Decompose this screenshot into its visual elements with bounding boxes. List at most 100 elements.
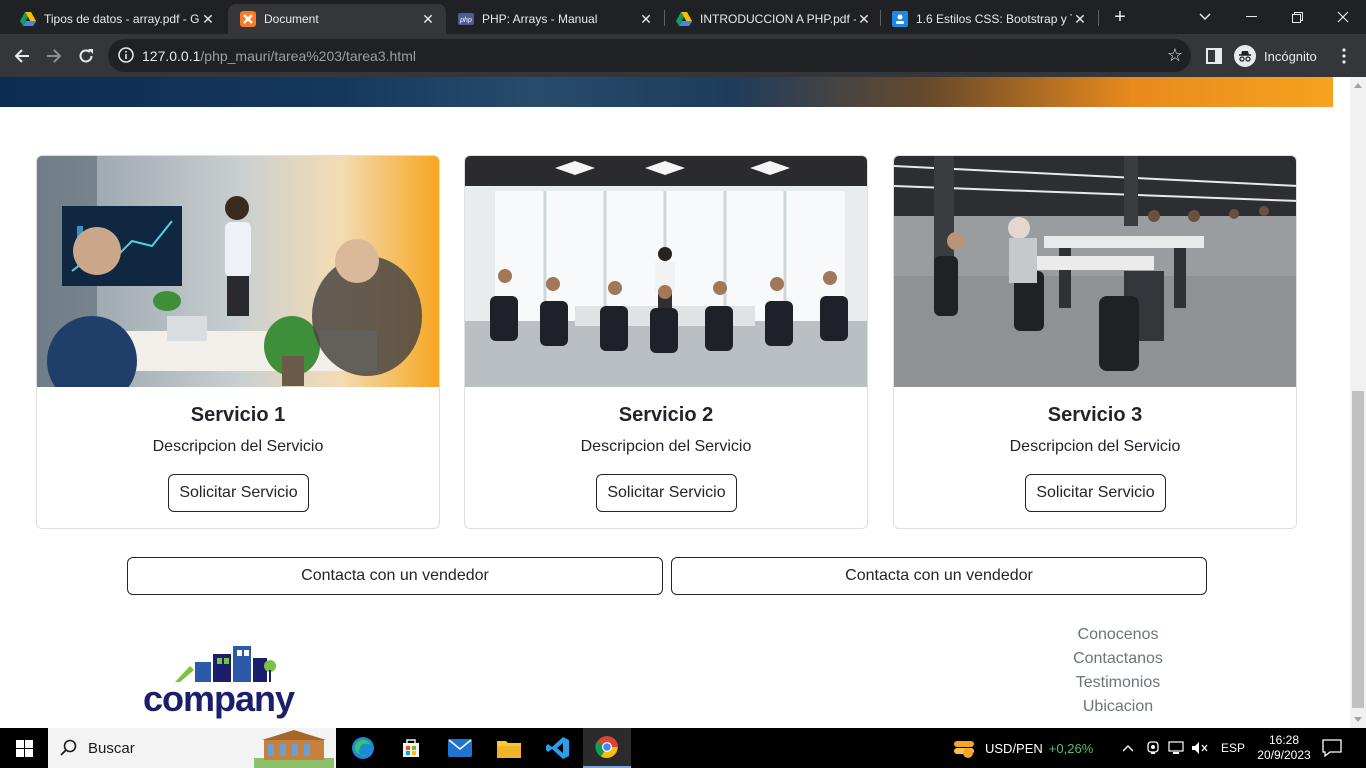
solicitar-servicio-button[interactable]: Solicitar Servicio xyxy=(168,474,309,512)
page-viewport: Servicio 1 Descripcion del Servicio Soli… xyxy=(0,77,1350,728)
card-description: Descripcion del Servicio xyxy=(152,438,324,455)
company-logo[interactable]: company xyxy=(140,640,295,719)
tab-title: PHP: Arrays - Manual xyxy=(482,12,598,26)
reload-icon[interactable] xyxy=(72,42,100,70)
microsoft-store-icon[interactable] xyxy=(387,728,435,768)
google-drive-icon xyxy=(20,11,36,27)
service-card: Servicio 2 Descripcion del Servicio Soli… xyxy=(464,155,868,529)
service-2-image xyxy=(465,156,867,387)
close-window-icon[interactable] xyxy=(1320,0,1366,34)
side-panel-icon[interactable] xyxy=(1200,42,1228,70)
card-description: Descripcion del Servicio xyxy=(580,438,752,455)
solicitar-servicio-button[interactable]: Solicitar Servicio xyxy=(1025,474,1166,512)
tab-introduccion-php[interactable]: INTRODUCCION A PHP.pdf - ✕ xyxy=(664,4,882,34)
show-hidden-icons-chevron-icon[interactable] xyxy=(1122,728,1136,768)
card-description: Descripcion del Servicio xyxy=(1009,438,1181,455)
language-label: ESP xyxy=(1221,741,1246,755)
site-info-icon[interactable] xyxy=(118,47,134,63)
card-title: Servicio 2 xyxy=(618,404,714,426)
page-scrollbar[interactable] xyxy=(1350,77,1366,728)
url-text: 127.0.0.1/php_mauri/tarea%203/tarea3.htm… xyxy=(142,48,416,64)
scroll-thumb[interactable] xyxy=(1352,391,1364,708)
search-label: Buscar xyxy=(88,740,135,757)
tab-document[interactable]: Document ✕ xyxy=(228,4,446,34)
restore-icon[interactable] xyxy=(1274,0,1320,34)
contact-seller-button[interactable]: Contacta con un vendedor xyxy=(671,557,1207,595)
scroll-down-icon[interactable] xyxy=(1354,717,1362,722)
close-tab-icon[interactable]: ✕ xyxy=(638,11,654,28)
solicitar-servicio-button[interactable]: Solicitar Servicio xyxy=(596,474,737,512)
tab-title: INTRODUCCION A PHP.pdf - xyxy=(700,12,856,26)
windows-start-button[interactable] xyxy=(0,728,48,768)
incognito-label: Incógnito xyxy=(1264,48,1317,64)
vscode-icon[interactable] xyxy=(534,728,582,768)
tab-estilos-css[interactable]: 1.6 Estilos CSS: Bootstrap y T ✕ xyxy=(880,4,1098,34)
browser-toolbar: 127.0.0.1/php_mauri/tarea%203/tarea3.htm… xyxy=(0,34,1366,77)
svg-text:php: php xyxy=(459,17,472,24)
address-bar[interactable]: 127.0.0.1/php_mauri/tarea%203/tarea3.htm… xyxy=(108,39,1191,72)
input-language[interactable]: ESP xyxy=(1221,728,1245,768)
close-tab-icon[interactable]: ✕ xyxy=(1072,11,1088,28)
windows-taskbar: Buscar USD/PEN +0,26% ESP 16:28 20/9/202… xyxy=(0,728,1366,768)
clock-time: 16:28 xyxy=(1268,733,1300,747)
clock-date: 20/9/2023 xyxy=(1257,748,1311,762)
service-3-image xyxy=(894,156,1296,387)
classroom-icon xyxy=(892,11,908,27)
more-menu-icon[interactable] xyxy=(1330,42,1358,70)
search-icon xyxy=(60,739,77,756)
incognito-icon xyxy=(1234,45,1256,67)
taskbar-search-box[interactable]: Buscar xyxy=(48,728,336,768)
url-host: 127.0.0.1 xyxy=(142,48,201,64)
back-arrow-icon[interactable] xyxy=(8,42,36,70)
tab-search-icon[interactable] xyxy=(1182,0,1228,34)
card-title: Servicio 1 xyxy=(190,404,286,426)
webcam-icon[interactable] xyxy=(1146,728,1160,768)
tab-title: Tipos de datos - array.pdf - G xyxy=(44,12,200,26)
volume-muted-icon[interactable] xyxy=(1191,728,1209,768)
contact-seller-button[interactable]: Contacta con un vendedor xyxy=(127,557,663,595)
logo-wordmark: company xyxy=(143,678,295,719)
php-icon: php xyxy=(458,11,474,27)
footer-link-ubicacion[interactable]: Ubicacion xyxy=(1058,695,1178,719)
scroll-up-icon[interactable] xyxy=(1354,83,1362,88)
currency-ticker[interactable]: USD/PEN +0,26% xyxy=(952,728,1093,768)
footer-link-testimonios[interactable]: Testimonios xyxy=(1058,671,1178,695)
file-explorer-icon[interactable] xyxy=(485,728,533,768)
xampp-icon xyxy=(240,11,256,27)
forward-arrow-icon[interactable] xyxy=(40,42,68,70)
close-tab-icon[interactable]: ✕ xyxy=(856,11,872,28)
close-tab-icon[interactable]: ✕ xyxy=(200,11,216,28)
currency-exchange-icon xyxy=(954,741,974,758)
mail-icon[interactable] xyxy=(436,728,484,768)
footer-nav: Conocenos Contactanos Testimonios Ubicac… xyxy=(1058,623,1178,719)
ticker-change: +0,26% xyxy=(1048,740,1094,756)
chrome-icon[interactable] xyxy=(583,728,631,768)
new-tab-button[interactable]: + xyxy=(1110,6,1130,28)
close-tab-icon[interactable]: ✕ xyxy=(420,11,436,28)
tab-title: Document xyxy=(264,12,319,26)
hero-banner-image xyxy=(0,77,1333,107)
network-icon[interactable] xyxy=(1168,728,1186,768)
google-drive-icon xyxy=(676,11,692,27)
edge-browser-icon[interactable] xyxy=(339,728,387,768)
tab-separator xyxy=(1098,10,1099,26)
url-path: /php_mauri/tarea%203/tarea3.html xyxy=(200,48,416,64)
bookmark-star-icon[interactable]: ☆ xyxy=(1167,45,1183,66)
notifications-icon[interactable] xyxy=(1322,728,1342,768)
footer-link-conocenos[interactable]: Conocenos xyxy=(1058,623,1178,647)
windows-logo-icon xyxy=(15,739,33,757)
minimize-icon[interactable] xyxy=(1228,0,1274,34)
ticker-symbol: USD/PEN xyxy=(985,740,1043,756)
service-card: Servicio 1 Descripcion del Servicio Soli… xyxy=(36,155,440,529)
search-highlight-illustration xyxy=(254,730,334,768)
card-title: Servicio 3 xyxy=(1047,404,1143,426)
service-1-image xyxy=(37,156,439,387)
tab-tipos-de-datos[interactable]: Tipos de datos - array.pdf - G ✕ xyxy=(8,4,226,34)
tab-php-arrays[interactable]: php PHP: Arrays - Manual ✕ xyxy=(446,4,664,34)
tab-title: 1.6 Estilos CSS: Bootstrap y T xyxy=(916,12,1072,26)
footer-link-contactanos[interactable]: Contactanos xyxy=(1058,647,1178,671)
clock[interactable]: 16:28 20/9/2023 xyxy=(1254,728,1314,768)
service-card: Servicio 3 Descripcion del Servicio Soli… xyxy=(893,155,1297,529)
incognito-profile-button[interactable]: Incógnito xyxy=(1234,41,1317,71)
tab-strip: Tipos de datos - array.pdf - G ✕ Documen… xyxy=(0,0,1366,34)
